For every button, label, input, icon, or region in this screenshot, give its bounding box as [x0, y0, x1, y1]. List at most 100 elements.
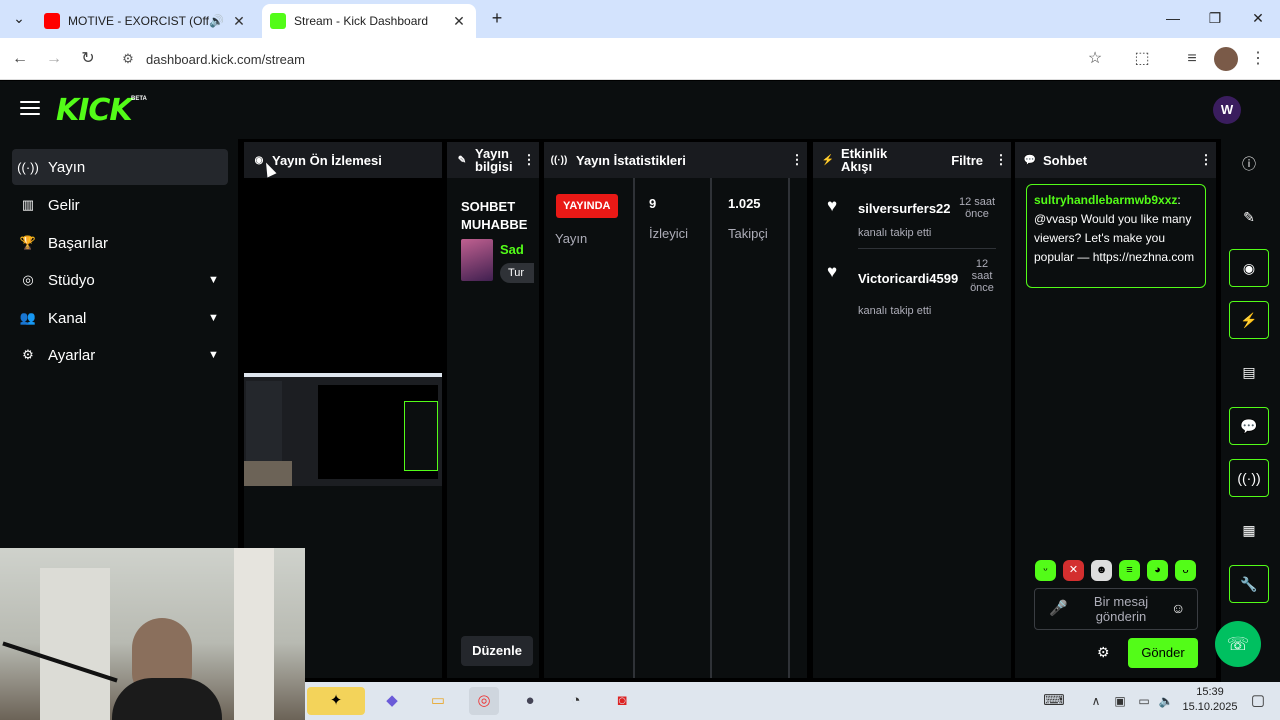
close-tab-icon[interactable]: ✕ [230, 13, 248, 30]
tab-kick-dashboard[interactable]: Stream - Kick Dashboard ✕ [262, 4, 476, 38]
chat-input-placeholder: Bir mesaj gönderin [1093, 594, 1149, 624]
status-label: Yayın [555, 231, 588, 246]
new-tab-icon[interactable]: + [482, 6, 512, 30]
emote-bar: ᵕ ✕ ☻ ≡ ◕ ᴗ [1035, 560, 1196, 581]
category-thumbnail[interactable] [461, 239, 493, 281]
volume-icon[interactable]: 🔈 [1151, 687, 1181, 715]
emote-icon[interactable]: ✕ [1063, 560, 1084, 581]
kick-logo[interactable]: KICK [56, 93, 133, 128]
panel-menu-icon[interactable]: ⋮ [519, 152, 539, 168]
back-icon[interactable]: ← [8, 47, 32, 71]
hamburger-menu-icon[interactable] [20, 101, 40, 117]
gear-icon: ⚙ [22, 347, 34, 362]
sidebar-item-label: Stüdyo [48, 271, 95, 289]
notes-icon[interactable]: ▤ [1229, 354, 1269, 392]
sidebar-item-ayarlar[interactable]: ⚙ Ayarlar ▼ [12, 337, 228, 373]
preview-video[interactable] [244, 178, 442, 373]
chat-username[interactable]: sultryhandlebarmwb9xxz [1034, 193, 1177, 207]
forward-icon[interactable]: → [42, 47, 66, 71]
menu-dots-icon[interactable]: ⋮ [1246, 47, 1270, 71]
filter-button[interactable]: Filtre [921, 153, 983, 168]
chrome-icon[interactable]: ◎ [469, 687, 499, 715]
chat-toggle-icon[interactable]: 💬 [1229, 407, 1269, 445]
widgets-icon[interactable]: ✦ [307, 687, 365, 715]
clock[interactable]: 15:39 15.10.2025 [1180, 685, 1240, 715]
layout-icon[interactable]: ▦ [1229, 512, 1269, 550]
wrench-icon[interactable]: 🔧 [1229, 565, 1269, 603]
live-badge: YAYINDA [556, 194, 618, 218]
edit-icon[interactable]: ✎ [1229, 199, 1269, 237]
obs-icon[interactable]: ● [515, 687, 545, 715]
url-text: dashboard.kick.com/stream [146, 51, 305, 67]
profile-avatar[interactable] [1214, 47, 1238, 71]
emote-icon[interactable]: ᵕ [1035, 560, 1056, 581]
extra-stat [788, 178, 807, 678]
reload-icon[interactable]: ↻ [76, 47, 100, 71]
close-tab-icon[interactable]: ✕ [450, 13, 468, 30]
edit-button[interactable]: Düzenle [461, 636, 533, 666]
panel-menu-icon[interactable]: ⋮ [991, 152, 1011, 168]
extensions-icon[interactable]: ⬚ [1130, 47, 1154, 71]
chat-bubble-icon: 💬 [1023, 154, 1037, 166]
notifications-icon[interactable]: ▢ [1243, 687, 1273, 715]
send-button[interactable]: Gönder [1128, 638, 1198, 668]
emote-icon[interactable]: ☻ [1091, 560, 1112, 581]
chat-message-text: @vvasp Would you like many viewers? Let'… [1034, 212, 1195, 264]
maximize-icon[interactable]: ❐ [1200, 6, 1230, 30]
follower-name[interactable]: Victoricardi4599 [858, 271, 958, 286]
minimize-icon[interactable]: — [1158, 6, 1188, 30]
panel-menu-icon[interactable]: ⋮ [1196, 152, 1216, 168]
app-icon[interactable]: ◙ [607, 687, 637, 715]
close-window-icon[interactable]: ✕ [1243, 6, 1273, 30]
file-explorer-icon[interactable]: ▭ [423, 687, 453, 715]
media-control-icon[interactable]: ≡ [1180, 47, 1204, 71]
sidebar-item-label: Ayarlar [48, 346, 96, 364]
follower-name[interactable]: silversurfers22 [858, 201, 951, 216]
sidebar-item-basarilar[interactable]: 🏆 Başarılar [12, 225, 228, 261]
sidebar-item-label: Başarılar [48, 234, 109, 252]
copilot-icon[interactable]: ◆ [377, 687, 407, 715]
chart-icon: ▥ [21, 197, 35, 212]
chat-input[interactable]: 🎤 Bir mesaj gönderin ☺ [1034, 588, 1198, 630]
trophy-icon: 🏆 [19, 235, 37, 250]
event-time: 12 saat önce [970, 258, 994, 294]
browser-tab-strip: ⌄ MOTIVE - EXORCIST (Official 🔊 ✕ Stream… [0, 0, 1280, 38]
beta-badge: BETA [131, 96, 147, 102]
bookmark-star-icon[interactable]: ☆ [1083, 47, 1107, 71]
browser-toolbar: ← → ↻ ⚙ dashboard.kick.com/stream ☆ ⬚ ≡ … [0, 38, 1280, 80]
sidebar-item-gelir[interactable]: ▥ Gelir [12, 187, 228, 223]
bolt-icon: ⚡ [821, 154, 835, 166]
speaker-icon[interactable]: 🔊 [209, 14, 224, 28]
chevron-down-icon: ▼ [208, 274, 219, 286]
panel-menu-icon[interactable]: ⋮ [787, 152, 807, 168]
chat-settings-icon[interactable]: ⚙ [1097, 644, 1110, 661]
emote-icon[interactable]: ᴗ [1175, 560, 1196, 581]
tab-title: MOTIVE - EXORCIST (Official [68, 14, 209, 28]
address-bar[interactable]: ⚙ dashboard.kick.com/stream [110, 43, 1110, 75]
bolt-toggle-icon[interactable]: ⚡ [1229, 301, 1269, 339]
app-icon[interactable]: ◔ [561, 687, 591, 715]
info-icon[interactable]: ⓘ [1229, 146, 1269, 184]
emoji-icon[interactable]: ☺ [1171, 600, 1185, 616]
keyboard-icon[interactable]: ⌨ [1039, 687, 1069, 715]
support-chat-icon[interactable]: ☏ [1215, 621, 1261, 667]
sidebar-item-studyo[interactable]: ◎ Stüdyo ▼ [12, 262, 228, 298]
user-avatar[interactable]: W [1213, 96, 1241, 124]
sidebar-item-kanal[interactable]: 👥 Kanal ▼ [12, 300, 228, 336]
preview-toggle-icon[interactable]: ◉ [1229, 249, 1269, 287]
panel-title: Yayın Ön İzlemesi [272, 152, 382, 168]
preview-thumbnail[interactable] [244, 373, 442, 486]
emote-icon[interactable]: ≡ [1119, 560, 1140, 581]
heart-icon: ♥ [827, 262, 838, 281]
microphone-icon[interactable]: 🎤 [1049, 599, 1068, 617]
studio-icon: ◎ [22, 272, 34, 287]
sidebar-item-yayin[interactable]: ((·)) Yayın [12, 149, 228, 185]
broadcast-toggle-icon[interactable]: ((·)) [1229, 459, 1269, 497]
emote-icon[interactable]: ◕ [1147, 560, 1168, 581]
panel-title: Yayın İstatistikleri [576, 152, 686, 168]
tab-youtube[interactable]: MOTIVE - EXORCIST (Official 🔊 ✕ [36, 4, 256, 38]
category-name[interactable]: Sad [500, 242, 524, 257]
right-rail: ⓘ ✎ ◉ ⚡ ▤ 💬 ((·)) ▦ 🔧 ☏ [1215, 139, 1280, 720]
tab-search-icon[interactable]: ⌄ [4, 6, 34, 30]
site-info-icon[interactable]: ⚙ [110, 51, 146, 67]
